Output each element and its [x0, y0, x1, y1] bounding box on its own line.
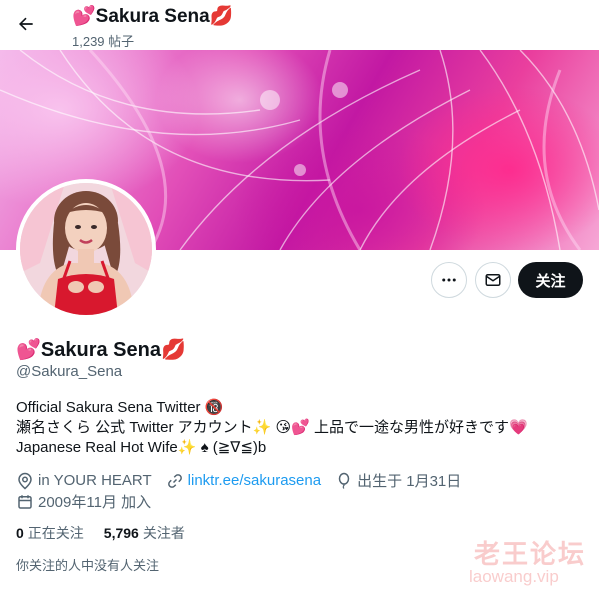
joined: 2009年11月 加入: [16, 491, 151, 512]
balloon-icon: [338, 472, 350, 489]
website-link[interactable]: linktr.ee/sakurasena: [188, 472, 321, 489]
message-button[interactable]: [475, 262, 511, 298]
followers-label: 关注者: [142, 525, 185, 541]
birthday-text: 出生于 1月31日: [357, 473, 462, 490]
followed-by-note: 你关注的人中没有人关注: [16, 558, 160, 573]
bio-line-1: Official Sakura Sena Twitter 🔞: [16, 399, 224, 416]
back-button[interactable]: [10, 8, 42, 40]
followers-count: 5,796: [103, 525, 139, 541]
followers-link[interactable]: 5,796 关注者: [104, 523, 185, 543]
handle: @Sakura_Sena: [16, 363, 123, 380]
following-label: 正在关注: [27, 525, 84, 541]
following-link[interactable]: 0 正在关注: [16, 523, 84, 543]
watermark-title: 老王论坛: [474, 539, 587, 569]
avatar[interactable]: [16, 179, 156, 319]
location: in YOUR HEART: [16, 472, 152, 490]
arrow-left-icon: [19, 17, 33, 31]
display-name: 💕Sakura Sena💋: [16, 339, 186, 361]
bio-line-2: 瀬名さくら 公式 Twitter アカウント✨ 😘💕 上品で一途な男性が好きです…: [16, 419, 528, 436]
top-header: 💕Sakura Sena💋 1,239 帖子: [0, 0, 599, 50]
envelope-icon: [485, 274, 501, 286]
profile-meta: in YOUR HEART linktr.ee/sakurasena 出生于 1…: [16, 470, 475, 491]
watermark-url: laowang.vip: [469, 567, 559, 586]
follow-button[interactable]: 关注: [518, 262, 583, 298]
bio-line-3: Japanese Real Hot Wife✨ ♠ (≧∇≦)b: [16, 439, 267, 456]
follow-counts: 0 正在关注 5,796 关注者: [16, 523, 205, 543]
location-text: in YOUR HEART: [38, 472, 152, 489]
birthday: 出生于 1月31日: [335, 470, 461, 491]
calendar-icon: [18, 494, 32, 509]
location-pin-icon: [18, 472, 32, 489]
link-icon: [167, 473, 182, 488]
more-button[interactable]: [431, 262, 467, 298]
website[interactable]: linktr.ee/sakurasena: [166, 472, 321, 490]
profile-page: 💕Sakura Sena💋 1,239 帖子 关注 💕Sakura Sena💋 …: [0, 0, 599, 594]
post-count: 1,239 帖子: [72, 34, 135, 49]
profile-meta-joined: 2009年11月 加入: [16, 491, 165, 512]
following-count: 0: [16, 525, 24, 541]
joined-text: 2009年11月 加入: [38, 494, 152, 511]
header-title: 💕Sakura Sena💋: [72, 6, 234, 27]
more-dots-icon: [442, 278, 456, 282]
